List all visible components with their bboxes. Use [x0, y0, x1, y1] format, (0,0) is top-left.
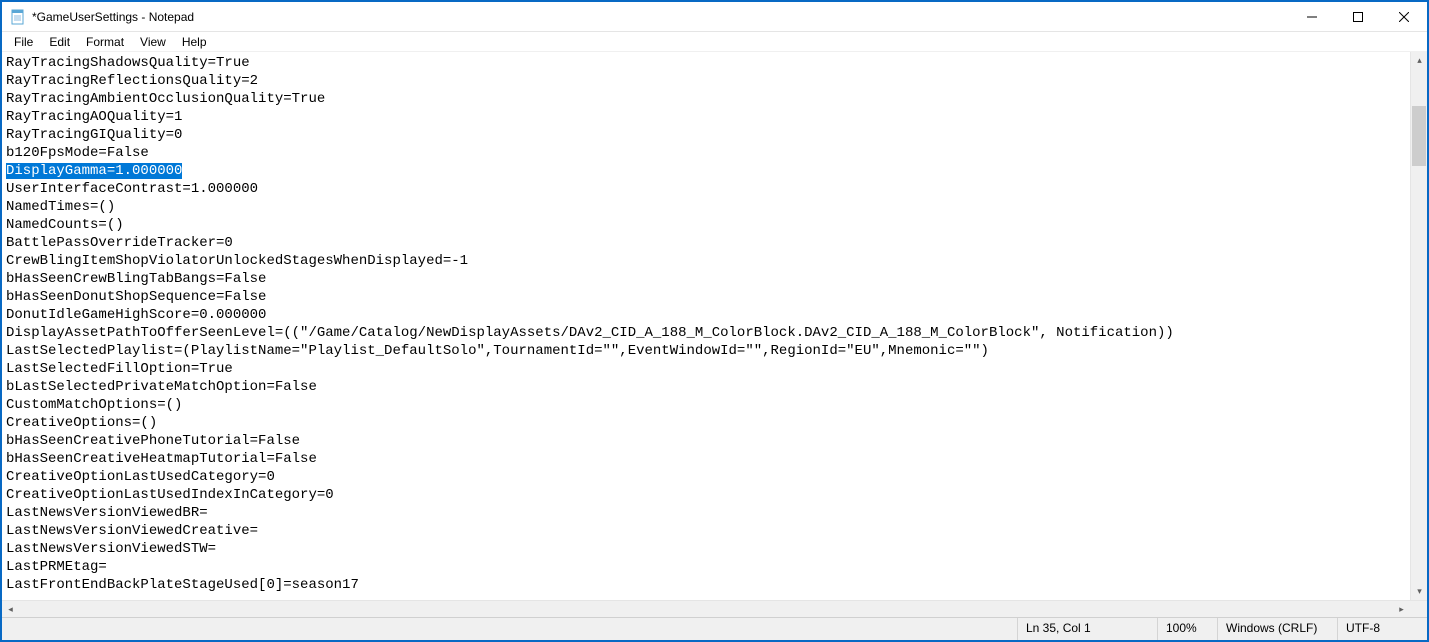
horizontal-scrollbar[interactable]: ◂ ▸ — [2, 600, 1427, 617]
maximize-button[interactable] — [1335, 2, 1381, 31]
editor-line[interactable]: CreativeOptions=() — [6, 414, 1406, 432]
editor-line[interactable]: NamedTimes=() — [6, 198, 1406, 216]
editor-line[interactable]: bHasSeenCreativePhoneTutorial=False — [6, 432, 1406, 450]
status-line-ending: Windows (CRLF) — [1217, 618, 1337, 640]
status-spacer — [2, 618, 1017, 640]
content-area: RayTracingShadowsQuality=TrueRayTracingR… — [2, 52, 1427, 600]
editor-line[interactable]: RayTracingAmbientOcclusionQuality=True — [6, 90, 1406, 108]
status-bar: Ln 35, Col 1 100% Windows (CRLF) UTF-8 — [2, 617, 1427, 640]
editor-line[interactable]: LastFrontEndBackPlateStageUsed[0]=season… — [6, 576, 1406, 594]
editor-line[interactable]: DisplayGamma=1.000000 — [6, 162, 1406, 180]
editor-line[interactable]: bHasSeenDonutShopSequence=False — [6, 288, 1406, 306]
editor-line[interactable]: CreativeOptionLastUsedCategory=0 — [6, 468, 1406, 486]
editor-line[interactable]: BattlePassOverrideTracker=0 — [6, 234, 1406, 252]
notepad-window: *GameUserSettings - Notepad File Edit Fo… — [0, 0, 1429, 642]
editor-line[interactable]: LastNewsVersionViewedSTW= — [6, 540, 1406, 558]
menu-help[interactable]: Help — [174, 34, 215, 50]
scroll-right-arrow[interactable]: ▸ — [1393, 601, 1410, 618]
scroll-corner — [1410, 601, 1427, 618]
menu-format[interactable]: Format — [78, 34, 132, 50]
menu-bar: File Edit Format View Help — [2, 32, 1427, 52]
close-button[interactable] — [1381, 2, 1427, 31]
editor-line[interactable]: DonutIdleGameHighScore=0.000000 — [6, 306, 1406, 324]
editor-line[interactable]: NamedCounts=() — [6, 216, 1406, 234]
editor-line[interactable]: bHasSeenCrewBlingTabBangs=False — [6, 270, 1406, 288]
scroll-up-arrow[interactable]: ▴ — [1411, 52, 1428, 69]
editor-line[interactable]: LastSelectedFillOption=True — [6, 360, 1406, 378]
editor-line[interactable]: LastPRMEtag= — [6, 558, 1406, 576]
editor-line[interactable]: bLastSelectedPrivateMatchOption=False — [6, 378, 1406, 396]
menu-view[interactable]: View — [132, 34, 174, 50]
editor-line[interactable]: bHasSeenCreativeHeatmapTutorial=False — [6, 450, 1406, 468]
status-position: Ln 35, Col 1 — [1017, 618, 1157, 640]
scroll-thumb-vertical[interactable] — [1412, 106, 1426, 166]
status-zoom: 100% — [1157, 618, 1217, 640]
editor-line[interactable]: CreativeOptionLastUsedIndexInCategory=0 — [6, 486, 1406, 504]
window-title: *GameUserSettings - Notepad — [32, 10, 1289, 24]
scroll-track-horizontal[interactable] — [19, 601, 1393, 617]
editor-line[interactable]: CrewBlingItemShopViolatorUnlockedStagesW… — [6, 252, 1406, 270]
editor-line[interactable]: UserInterfaceContrast=1.000000 — [6, 180, 1406, 198]
editor-line[interactable]: RayTracingGIQuality=0 — [6, 126, 1406, 144]
status-encoding: UTF-8 — [1337, 618, 1427, 640]
title-bar[interactable]: *GameUserSettings - Notepad — [2, 2, 1427, 32]
minimize-button[interactable] — [1289, 2, 1335, 31]
editor-line[interactable]: b120FpsMode=False — [6, 144, 1406, 162]
scroll-down-arrow[interactable]: ▾ — [1411, 583, 1428, 600]
editor-line[interactable]: LastSelectedPlaylist=(PlaylistName="Play… — [6, 342, 1406, 360]
text-editor[interactable]: RayTracingShadowsQuality=TrueRayTracingR… — [2, 52, 1410, 600]
editor-line[interactable]: DisplayAssetPathToOfferSeenLevel=(("/Gam… — [6, 324, 1406, 342]
editor-line[interactable]: CustomMatchOptions=() — [6, 396, 1406, 414]
scroll-left-arrow[interactable]: ◂ — [2, 601, 19, 618]
menu-file[interactable]: File — [6, 34, 41, 50]
editor-line[interactable]: RayTracingAOQuality=1 — [6, 108, 1406, 126]
window-controls — [1289, 2, 1427, 31]
editor-line[interactable]: LastNewsVersionViewedBR= — [6, 504, 1406, 522]
selected-text[interactable]: DisplayGamma=1.000000 — [6, 163, 182, 179]
app-icon — [10, 9, 26, 25]
editor-line[interactable]: RayTracingShadowsQuality=True — [6, 54, 1406, 72]
menu-edit[interactable]: Edit — [41, 34, 78, 50]
vertical-scrollbar[interactable]: ▴ ▾ — [1410, 52, 1427, 600]
editor-line[interactable]: LastNewsVersionViewedCreative= — [6, 522, 1406, 540]
editor-line[interactable]: RayTracingReflectionsQuality=2 — [6, 72, 1406, 90]
